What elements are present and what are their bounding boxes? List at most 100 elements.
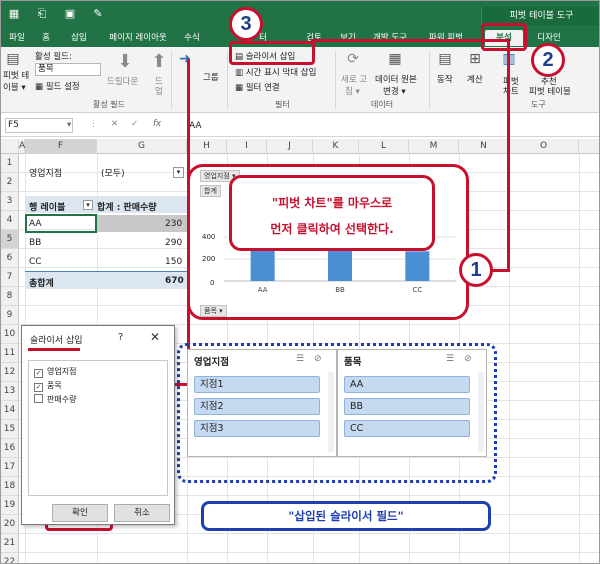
brush-icon[interactable]: ✎ [91,7,105,21]
row-header[interactable]: 1 [1,154,19,173]
field-checkbox-quantity[interactable]: 판매수량 [34,394,76,405]
close-button[interactable]: ✕ [150,330,160,344]
formula-input[interactable]: AA [189,121,202,131]
pivot-table-icon[interactable]: ▤ [5,51,21,67]
actions-icon[interactable]: ▤ [437,51,453,67]
row-header[interactable]: 19 [1,496,19,515]
tab-file[interactable]: 파일 [5,30,29,46]
column-header-f[interactable]: F [25,139,97,154]
drill-down-icon[interactable]: ⬇ [115,51,135,72]
slicer-branch[interactable]: 영업지점 ☰ ⊘ 지점1 지점2 지점3 [187,349,337,457]
drill-up-icon[interactable]: ⬆ [151,51,167,72]
ok-button[interactable]: 확인 [52,504,108,522]
row-labels-dropdown-icon[interactable]: ▾ [83,200,93,210]
name-box-dropdown-icon[interactable]: ▾ [67,120,71,130]
slicer-item[interactable]: CC [344,420,470,437]
tab-page-layout[interactable]: 페이지 레이아웃 [103,30,173,46]
chart-axis-button[interactable]: 품목 ▾ [200,305,227,317]
row-header[interactable]: 20 [1,515,19,534]
row-header[interactable]: 7 [1,268,19,287]
row-header[interactable]: 14 [1,401,19,420]
slicer-scrollbar[interactable] [328,372,334,452]
slicer-item[interactable]: AA [344,376,470,393]
row-header[interactable]: 3 [1,192,19,211]
drill-down-label[interactable]: 드릴다운 [107,75,138,87]
filter-dropdown-icon[interactable]: ▾ [173,167,184,178]
clear-filter-icon[interactable]: ⊘ [314,354,322,364]
cancel-icon[interactable]: ✕ [111,119,118,129]
row-header[interactable]: 11 [1,344,19,363]
function-icon[interactable]: fx [153,119,161,129]
row-header[interactable]: 17 [1,458,19,477]
column-header-n[interactable]: N [459,139,509,154]
cancel-button[interactable]: 취소 [114,504,170,522]
calculations-icon[interactable]: ⊞ [467,51,483,67]
row-header[interactable]: 8 [1,287,19,306]
chart-sum-button[interactable]: 합계 [200,185,221,197]
field-checkbox-item[interactable]: ✓ 품목 [34,380,62,392]
row-header[interactable]: 10 [1,325,19,344]
row-header[interactable]: 6 [1,249,19,268]
field-checkbox-branch[interactable]: ✓ 영업지점 [34,366,76,378]
actions-button[interactable]: 동작 [437,73,453,85]
enter-icon[interactable]: ✓ [131,119,138,129]
pivot-row-label[interactable]: CC [29,257,42,267]
group-button[interactable]: 그룹 [203,71,219,83]
pivot-row-label[interactable]: BB [29,238,41,248]
multi-select-icon[interactable]: ☰ [296,354,304,364]
row-header[interactable]: 12 [1,363,19,382]
save-icon[interactable]: ▣ [63,7,77,21]
insert-timeline-button[interactable]: ▥ 시간 표시 막대 삽입 [235,66,316,78]
pivot-table-label[interactable]: 피벗 테 [3,69,29,81]
tab-developer[interactable]: 개발 도구 [367,30,413,46]
column-header-k[interactable]: K [313,139,359,154]
tab-power-pivot[interactable]: 파워 피벗 [421,30,471,46]
bar-cc[interactable] [405,251,430,281]
filter-field-label[interactable]: 영업지점 [29,166,62,179]
row-header[interactable]: 16 [1,439,19,458]
filter-field-value[interactable]: (모두) [101,166,125,179]
active-field-input[interactable]: 품목 [35,63,101,76]
tab-home[interactable]: 홈 [35,30,57,46]
change-data-source-label[interactable]: 데이터 원본 [375,73,417,85]
row-header[interactable]: 21 [1,534,19,553]
slicer-item[interactable]: 지점1 [194,376,320,393]
change-data-source-icon[interactable]: ▦ [387,51,403,67]
column-header-o[interactable]: O [509,139,579,154]
refresh-label[interactable]: 새로 고 [341,73,367,85]
slicer-scrollbar[interactable] [478,372,484,452]
row-header[interactable]: 18 [1,477,19,496]
slicer-item[interactable]: 지점3 [194,420,320,437]
calculations-button[interactable]: 계산 [467,73,483,85]
filter-connections-button[interactable]: ▦ 필터 연결 [235,81,280,93]
name-box[interactable]: F5 [5,118,73,133]
row-header[interactable]: 9 [1,306,19,325]
tab-insert[interactable]: 삽입 [65,30,93,46]
clear-filter-icon[interactable]: ⊘ [464,354,472,364]
pivot-row-label[interactable]: AA [29,219,42,229]
refresh-icon[interactable]: ⟳ [345,51,361,67]
multi-select-icon[interactable]: ☰ [446,354,454,364]
field-settings-button[interactable]: ▦ 필드 설정 [35,80,80,92]
row-header[interactable]: 5 [1,230,19,249]
column-header-j[interactable]: J [267,139,313,154]
slicer-item[interactable]: 지점2 [194,398,320,415]
column-header-i[interactable]: I [227,139,267,154]
pivot-table-label-2[interactable]: 이블 ▾ [3,81,26,93]
row-header[interactable]: 4 [1,211,19,230]
row-header[interactable]: 2 [1,173,19,192]
row-labels-header[interactable]: 행 레이블 [29,200,65,213]
paste-icon[interactable]: ⎗ [35,7,49,21]
column-header-m[interactable]: M [409,139,459,154]
row-header[interactable]: 22 [1,553,19,563]
select-all-corner[interactable] [1,139,19,154]
tab-view[interactable]: 보기 [335,30,361,46]
column-header-l[interactable]: L [359,139,409,154]
slicer-item[interactable]: BB [344,398,470,415]
row-header[interactable]: 15 [1,420,19,439]
row-header[interactable]: 13 [1,382,19,401]
group-arrow-icon[interactable]: ➜ [177,51,193,67]
help-button[interactable]: ? [118,332,123,343]
slicer-item-field[interactable]: 품목 ☰ ⊘ AA BB CC [337,349,487,457]
tab-formulas[interactable]: 수식 [179,30,205,46]
